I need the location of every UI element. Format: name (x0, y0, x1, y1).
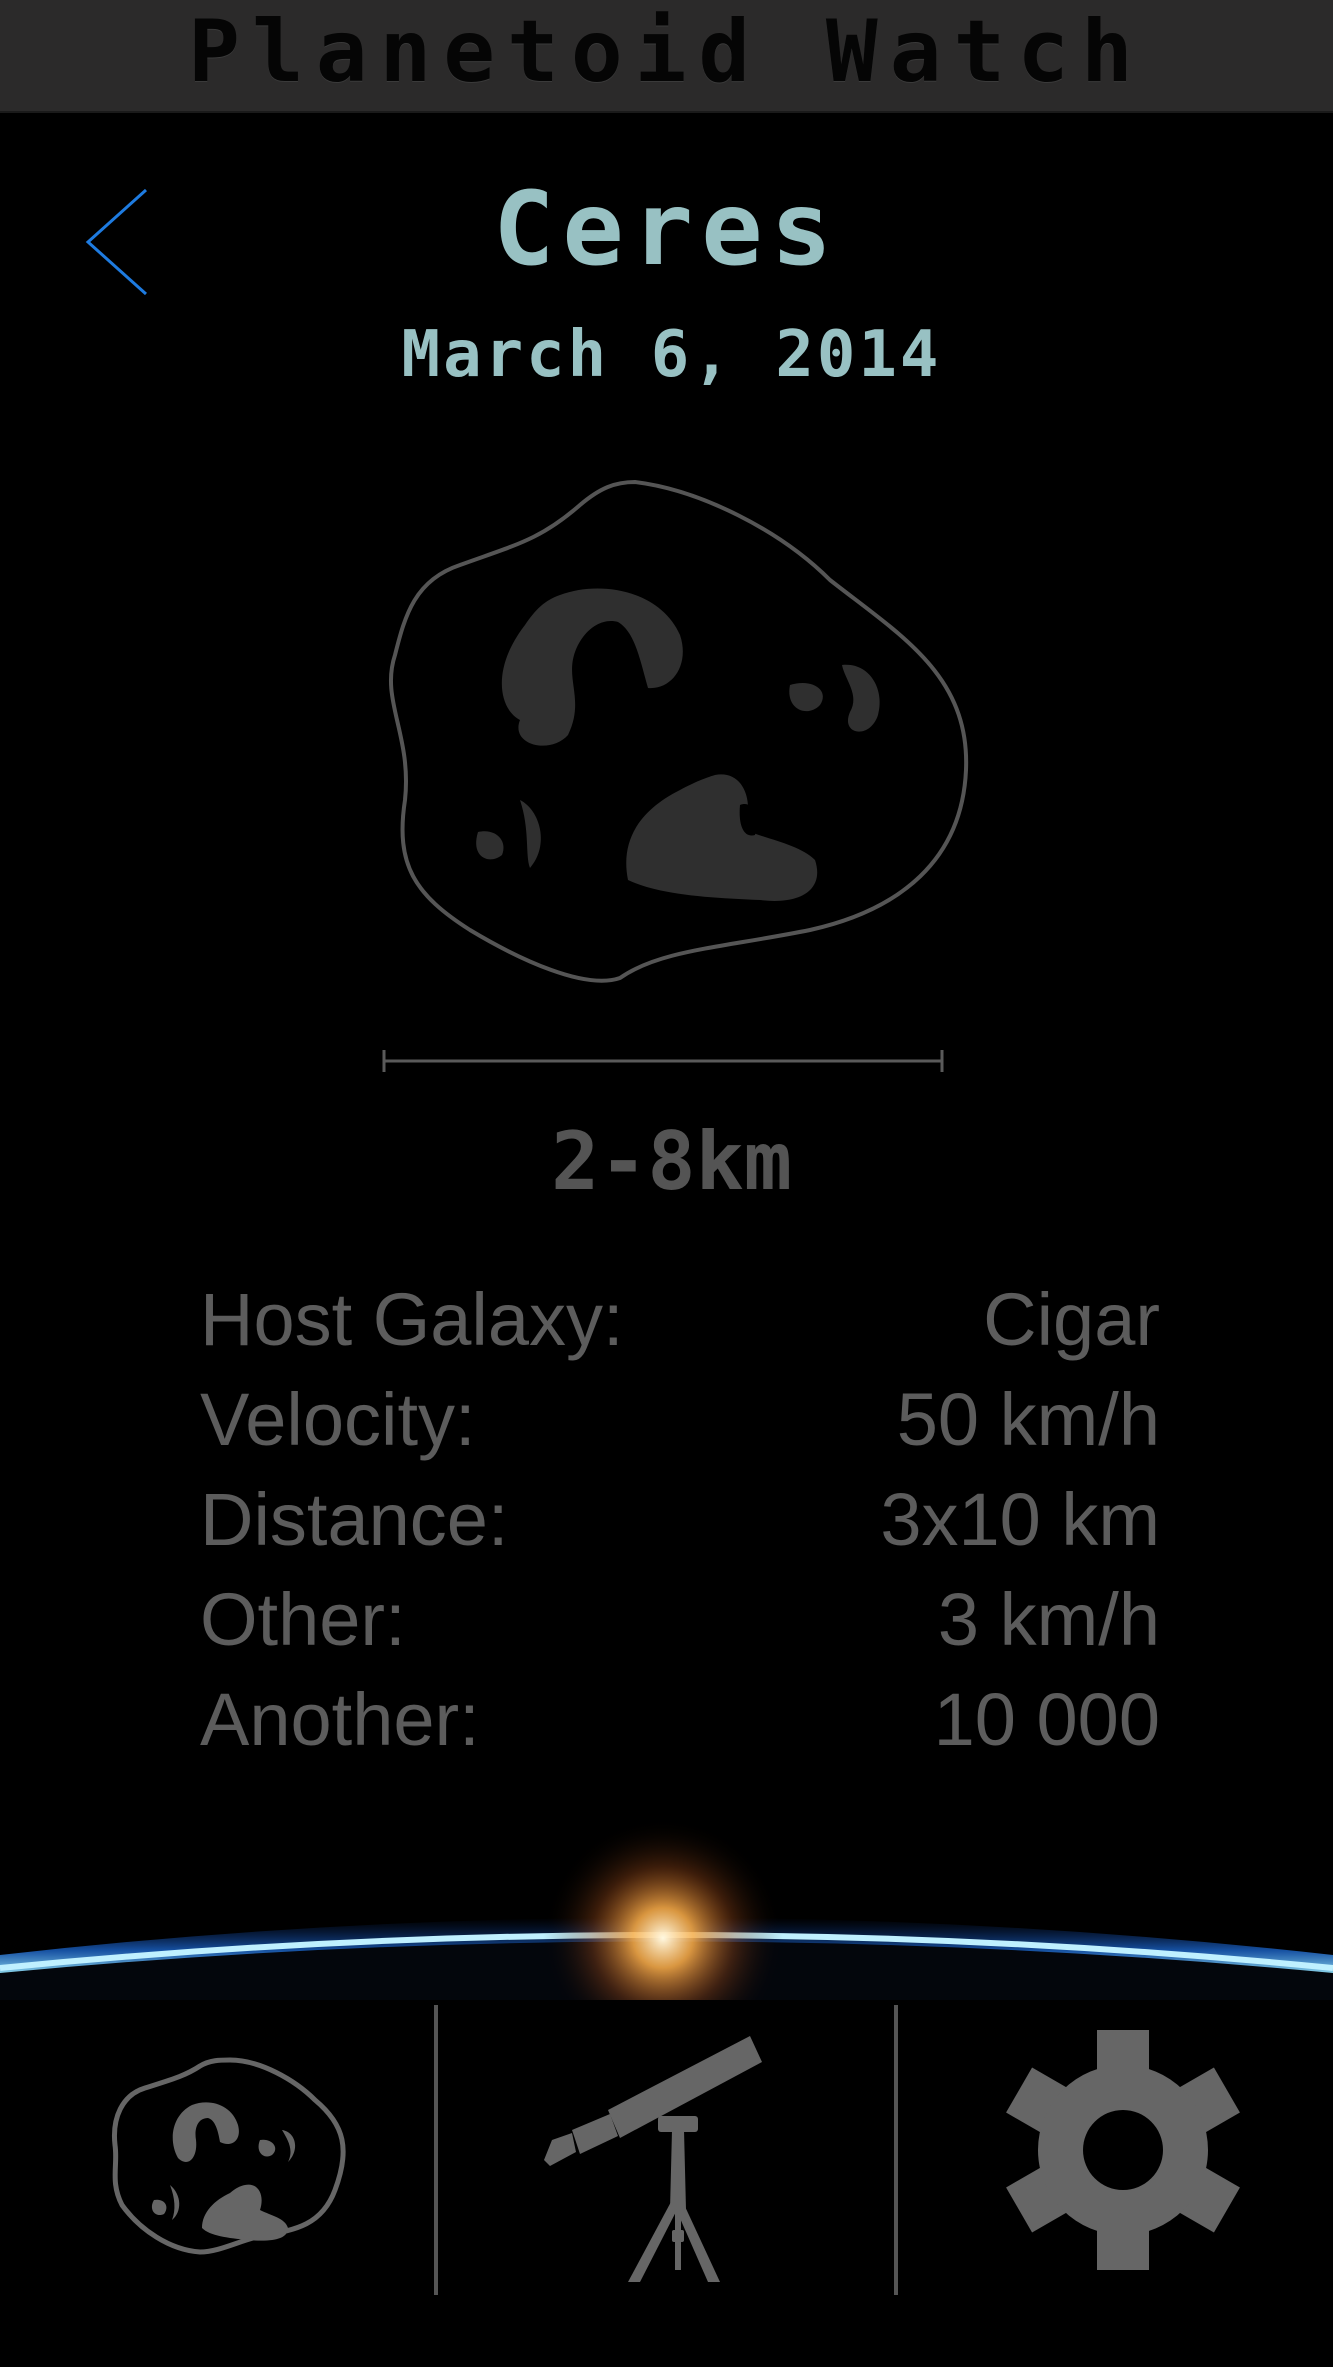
gear-icon (1006, 2030, 1240, 2270)
asteroid-date: March 6, 2014 (401, 318, 942, 392)
detail-label: Velocity: (200, 1378, 476, 1461)
asteroid-crater (520, 800, 541, 868)
tab-bar (0, 1990, 1333, 2367)
asteroid-crater (476, 831, 504, 860)
app-title: Planetoid Watch (188, 2, 1145, 102)
tab-observe[interactable] (500, 1990, 830, 2310)
detail-value: 3 km/h (937, 1578, 1160, 1661)
tab-asteroids[interactable] (60, 1990, 410, 2310)
tab-divider (434, 2005, 438, 2295)
detail-value: Cigar (983, 1278, 1160, 1361)
size-label: 2-8km (551, 1115, 792, 1208)
tab-settings[interactable] (960, 1990, 1280, 2310)
telescope-icon (544, 2036, 762, 2282)
detail-row-other: Other: 3 km/h (200, 1570, 1160, 1670)
detail-value: 50 km/h (896, 1378, 1160, 1461)
asteroid-crater (842, 664, 880, 732)
detail-label: Other: (200, 1578, 406, 1661)
detail-row-another: Another: 10 000 (200, 1670, 1160, 1770)
asteroid-crater (501, 588, 683, 746)
title-bar: Planetoid Watch (0, 0, 1333, 113)
details-list: Host Galaxy: Cigar Velocity: 50 km/h Dis… (200, 1270, 1160, 1770)
detail-value: 10 000 (933, 1678, 1160, 1761)
asteroid-illustration (389, 479, 969, 983)
earth-horizon (0, 1818, 1333, 2000)
detail-label: Another: (200, 1678, 480, 1761)
asteroid-icon (111, 2057, 346, 2255)
detail-value: 3x10 km (880, 1478, 1160, 1561)
detail-row-distance: Distance: 3x10 km (200, 1470, 1160, 1570)
detail-row-velocity: Velocity: 50 km/h (200, 1370, 1160, 1470)
detail-label: Host Galaxy: (200, 1278, 624, 1361)
asteroid-outline (389, 479, 969, 983)
asteroid-crater (599, 653, 614, 675)
detail-row-host-galaxy: Host Galaxy: Cigar (200, 1270, 1160, 1370)
tab-divider (894, 2005, 898, 2295)
asteroid-name: Ceres (492, 170, 841, 289)
scale-bar (382, 1050, 944, 1072)
asteroid-crater (626, 774, 818, 901)
asteroid-crater (789, 682, 823, 712)
detail-label: Distance: (200, 1478, 509, 1561)
